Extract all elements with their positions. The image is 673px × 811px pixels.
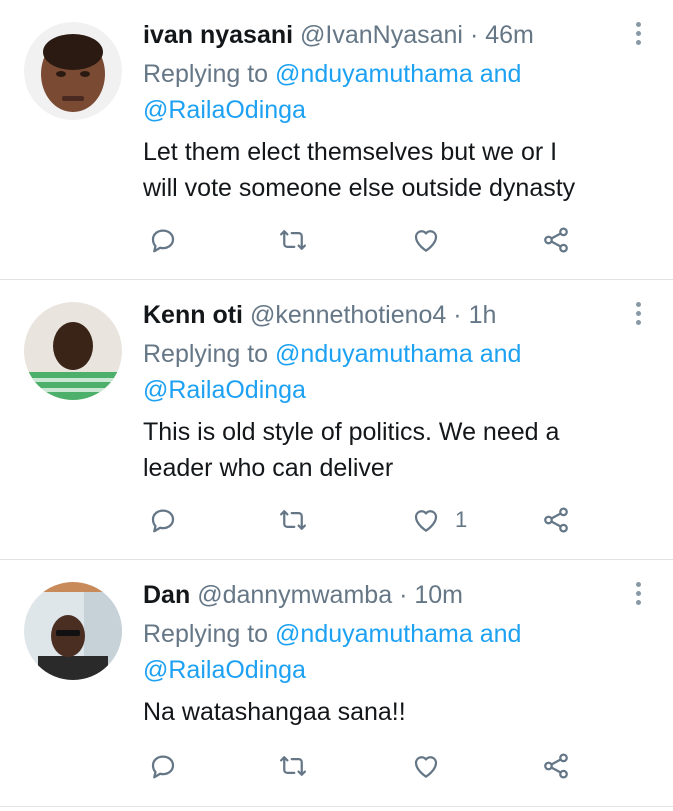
reply-button[interactable] [148, 220, 178, 260]
like-button[interactable] [411, 746, 455, 786]
share-icon [544, 507, 568, 533]
mention-link[interactable]: @RailaOdinga [143, 96, 306, 124]
tweet-text: This is old style of politics. We need a… [143, 414, 559, 486]
username[interactable]: @dannymwamba [197, 581, 392, 609]
action-bar [143, 220, 613, 260]
replying-to: Replying to @nduyamuthama and @RailaOdin… [143, 616, 521, 688]
separator: · [469, 21, 479, 49]
replying-prefix: Replying to [143, 620, 269, 648]
username[interactable]: @IvanNyasani [300, 21, 463, 49]
avatar[interactable] [24, 582, 122, 680]
retweet-button[interactable] [278, 746, 308, 786]
mention-and[interactable]: and [480, 340, 522, 368]
tweet-text-line: This is old style of politics. We need a [143, 418, 560, 446]
display-name[interactable]: ivan nyasani [143, 21, 293, 49]
retweet-icon [280, 230, 306, 250]
tweet-item[interactable]: Dan @dannymwamba · 10m Replying to @nduy… [0, 560, 673, 807]
replying-to: Replying to @nduyamuthama and @RailaOdin… [143, 56, 521, 128]
share-button[interactable] [541, 500, 571, 540]
mention-link[interactable]: @nduyamuthama [275, 340, 473, 368]
timestamp[interactable]: 10m [414, 581, 463, 609]
mention-link[interactable]: @nduyamuthama [275, 620, 473, 648]
reply-button[interactable] [148, 500, 178, 540]
timestamp[interactable]: 1h [469, 301, 497, 329]
retweet-button[interactable] [278, 500, 308, 540]
mention-link[interactable]: @nduyamuthama [275, 60, 473, 88]
reply-icon [151, 509, 175, 533]
display-name[interactable]: Kenn oti [143, 301, 243, 329]
timestamp[interactable]: 46m [485, 21, 534, 49]
tweet-item[interactable]: ivan nyasani @IvanNyasani · 46m Replying… [0, 0, 673, 280]
avatar[interactable] [24, 302, 122, 400]
like-icon [414, 230, 438, 252]
tweet-text-line: Let them elect themselves but we or I [143, 138, 558, 166]
separator: · [453, 301, 462, 329]
reply-icon [151, 229, 175, 253]
tweet-text-line: leader who can deliver [143, 454, 394, 482]
mention-link[interactable]: @RailaOdinga [143, 656, 306, 684]
retweet-button[interactable] [278, 220, 308, 260]
like-icon [414, 756, 438, 778]
tweet-text: Na watashangaa sana!! [143, 694, 406, 730]
tweet-header: Dan @dannymwamba · 10m [143, 580, 463, 610]
like-button[interactable]: 1 [411, 500, 467, 540]
replying-prefix: Replying to [143, 60, 269, 88]
retweet-icon [280, 756, 306, 776]
avatar[interactable] [24, 22, 122, 120]
mention-link[interactable]: @RailaOdinga [143, 376, 306, 404]
tweet-item[interactable]: Kenn oti @kennethotieno4 · 1h Replying t… [0, 280, 673, 560]
like-icon [414, 510, 438, 532]
tweet-header: Kenn oti @kennethotieno4 · 1h [143, 300, 496, 330]
reply-button[interactable] [148, 746, 178, 786]
separator: · [399, 581, 408, 609]
mention-and[interactable]: and [480, 60, 522, 88]
action-bar: 1 [143, 500, 613, 540]
share-icon [544, 227, 568, 253]
share-button[interactable] [541, 746, 571, 786]
more-icon[interactable] [631, 302, 645, 328]
like-count: 1 [455, 507, 468, 532]
mention-and[interactable]: and [480, 620, 522, 648]
share-icon [544, 753, 568, 779]
more-icon[interactable] [631, 22, 645, 48]
like-button[interactable] [411, 220, 455, 260]
share-button[interactable] [541, 220, 571, 260]
tweet-header: ivan nyasani @IvanNyasani · 46m [143, 20, 534, 50]
display-name[interactable]: Dan [143, 581, 190, 609]
tweet-text-line: Na watashangaa sana!! [143, 698, 406, 726]
replying-prefix: Replying to [143, 340, 269, 368]
replying-to: Replying to @nduyamuthama and @RailaOdin… [143, 336, 521, 408]
action-bar [143, 746, 613, 786]
username[interactable]: @kennethotieno4 [250, 301, 446, 329]
retweet-icon [280, 510, 306, 530]
tweet-text-line: will vote someone else outside dynasty [143, 174, 576, 202]
reply-icon [151, 755, 175, 779]
more-icon[interactable] [631, 582, 645, 608]
tweet-text: Let them elect themselves but we or I wi… [143, 134, 575, 206]
